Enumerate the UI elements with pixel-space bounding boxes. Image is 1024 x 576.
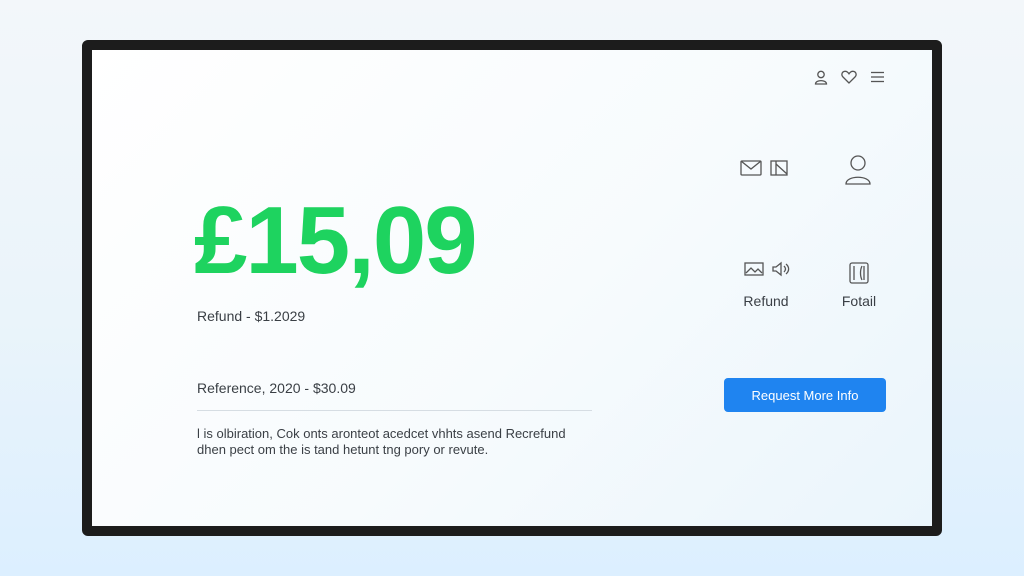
refund-line: Refund - $1.2029 [197,308,306,324]
refund-amount: £15,09 [194,187,478,294]
speaker-icon[interactable] [772,261,790,277]
menu-icon[interactable] [868,68,886,86]
heart-icon[interactable] [840,68,858,86]
reference-line: Reference, 2020 - $30.09 [197,380,356,396]
document-icon[interactable] [770,160,788,176]
user-icon[interactable] [812,68,830,86]
mail-icon[interactable] [740,160,762,176]
contact-icon-group [740,160,788,176]
description-line: l is olbiration, Cok onts aronteot acedc… [197,426,566,441]
wallet-icon[interactable] [848,262,870,284]
description-line: dhen pect om the is tand hetunt tng pory… [197,442,489,457]
request-more-info-button[interactable]: Request More Info [724,378,886,412]
monitor-bezel: £15,09 Refund - $1.2029 Reference, 2020 … [82,40,942,536]
profile-icon[interactable] [844,153,872,185]
refund-caption: Refund [743,293,789,309]
description-text: l is olbiration, Cok onts aronteot acedc… [197,426,617,458]
top-toolbar [812,68,886,86]
image-icon[interactable] [744,262,764,276]
refund-icon-group [744,261,790,277]
divider [197,410,592,411]
fotail-caption: Fotail [841,293,877,309]
